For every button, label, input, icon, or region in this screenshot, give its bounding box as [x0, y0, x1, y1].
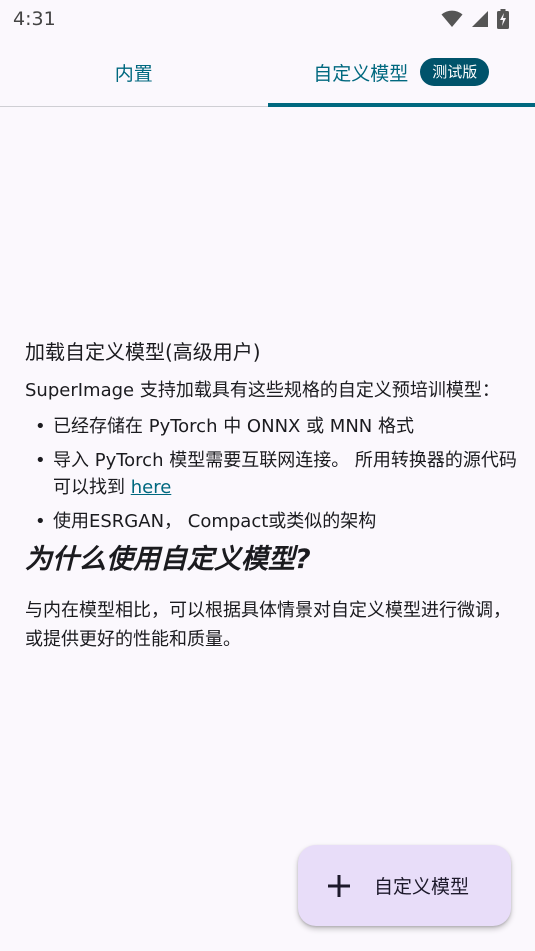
list-item: 已经存储在 PyTorch 中 ONNX 或 MNN 格式	[25, 413, 517, 440]
plus-icon	[328, 874, 350, 897]
list-item: 导入 PyTorch 模型需要互联网连接。 所用转换器的源代码可以找到 here	[25, 447, 517, 501]
tab-custom-model[interactable]: 自定义模型 测试版	[267, 38, 535, 107]
section-title: 加载自定义模型(高级用户)	[25, 340, 261, 364]
why-text: 与内在模型相比，可以根据具体情景对自定义模型进行微调，或提供更好的性能和质量。	[25, 600, 511, 650]
custom-model-info: 加载自定义模型(高级用户) SuperImage 支持加载具有这些规格的自定义预…	[25, 337, 517, 654]
source-code-link[interactable]: here	[131, 477, 172, 498]
tab-builtin-label: 内置	[114, 62, 153, 85]
wifi-icon	[441, 10, 463, 27]
beta-badge: 测试版	[420, 58, 490, 86]
intro-text: SuperImage 支持加载具有这些规格的自定义预培训模型：	[25, 380, 500, 401]
add-custom-model-button[interactable]: 自定义模型	[298, 845, 511, 926]
requirements-list: 已经存储在 PyTorch 中 ONNX 或 MNN 格式 导入 PyTorch…	[25, 413, 517, 535]
why-heading: 为什么使用自定义模型?	[25, 544, 311, 575]
fab-label: 自定义模型	[374, 876, 470, 898]
battery-charging-icon	[497, 9, 509, 29]
signal-icon	[472, 11, 488, 27]
list-item: 使用ESRGAN， Compact或类似的架构	[25, 508, 517, 535]
tab-bar: 内置 自定义模型 测试版	[0, 38, 535, 107]
status-bar: 4:31	[0, 0, 535, 38]
list-item-text: 已经存储在 PyTorch 中 ONNX 或 MNN 格式	[53, 416, 414, 437]
status-icons	[441, 9, 509, 29]
app-screen: 4:31 内置 自定义模型 测试版 加载自定义模型(高级用户) SuperIma…	[0, 0, 535, 951]
list-item-text: 导入 PyTorch 模型需要互联网连接。 所用转换器的源代码可以找到	[53, 450, 517, 498]
tab-custom-model-label: 自定义模型	[313, 62, 409, 85]
tab-builtin[interactable]: 内置	[0, 38, 268, 106]
list-item-text: 使用ESRGAN， Compact或类似的架构	[53, 511, 377, 532]
status-time: 4:31	[13, 8, 56, 30]
